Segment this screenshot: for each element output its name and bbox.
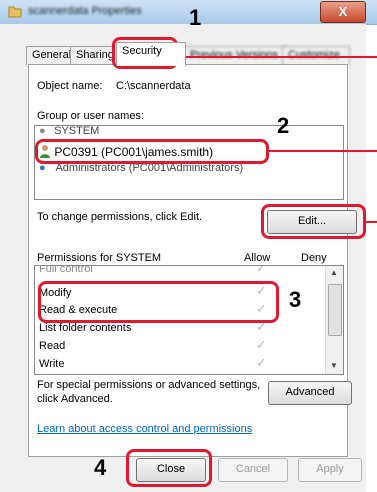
table-row: Read [39, 340, 66, 352]
user-group-icon: ● [39, 125, 46, 137]
callout-box-close [126, 449, 212, 487]
permissions-scrollbar[interactable]: ▲ ▼ [325, 266, 343, 374]
learn-permissions-link[interactable]: Learn about access control and permissio… [37, 423, 252, 435]
special-permissions-text-line2: click Advanced. [37, 393, 113, 405]
callout-line [269, 150, 377, 152]
deny-column-header: Deny [301, 252, 327, 264]
callout-number-1: 1 [189, 5, 202, 30]
callout-box-user [35, 139, 269, 164]
folder-icon [8, 6, 22, 18]
object-name-value: C:\scannerdata [116, 80, 191, 92]
special-permissions-text-line1: For special permissions or advanced sett… [37, 379, 261, 391]
apply-button[interactable]: Apply [298, 458, 362, 482]
permissions-header: Permissions for SYSTEM [37, 252, 162, 264]
callout-box-edit [261, 204, 366, 239]
scroll-up-icon[interactable]: ▲ [330, 268, 338, 277]
allow-check-icon: ✓ [256, 355, 267, 370]
cancel-button[interactable]: Cancel [218, 458, 288, 482]
callout-number-3: 3 [289, 287, 302, 312]
table-row: Write [39, 358, 65, 370]
list-item[interactable]: ● SYSTEM [39, 125, 99, 140]
tab-security[interactable]: Security [116, 42, 186, 66]
object-name-label: Object name: [37, 80, 103, 92]
table-row: Full control [39, 265, 93, 275]
allow-check-icon: ✓ [256, 337, 267, 352]
callout-box-permissions [38, 281, 279, 323]
group-list-label: Group or user names: [37, 110, 144, 122]
advanced-button[interactable]: Advanced [268, 381, 352, 405]
window-title: scannerdata Properties [28, 5, 142, 17]
scroll-down-icon[interactable]: ▼ [330, 361, 338, 370]
tab-sharing[interactable]: Sharing [70, 46, 115, 65]
scroll-thumb[interactable] [328, 284, 342, 336]
allow-column-header: Allow [244, 252, 271, 264]
allow-check-icon: ✓ [256, 265, 267, 275]
callout-line [366, 221, 377, 223]
callout-number-2: 2 [277, 113, 290, 138]
change-permissions-text: To change permissions, click Edit. [37, 211, 203, 223]
callout-number-4: 4 [94, 455, 107, 480]
callout-line [178, 56, 377, 58]
window-close-button[interactable]: X [320, 1, 366, 23]
